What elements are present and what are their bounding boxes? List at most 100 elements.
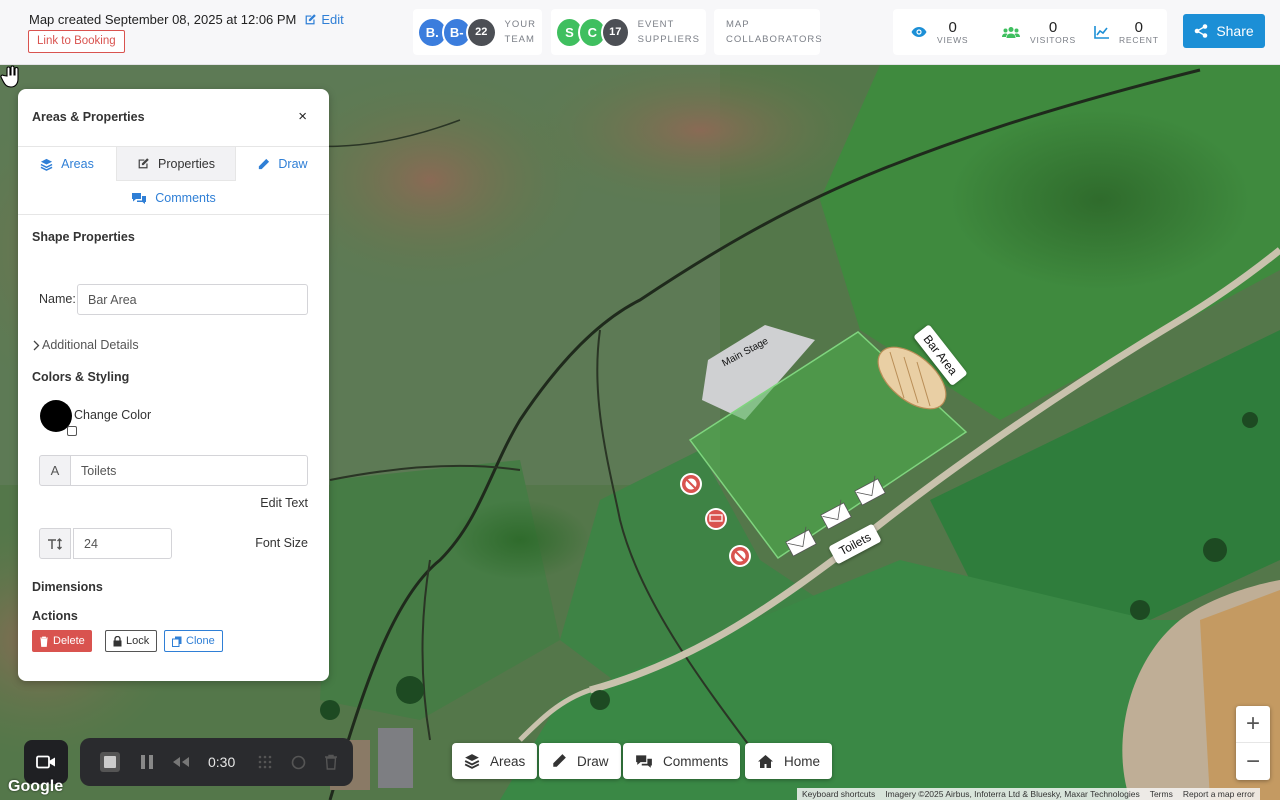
edit-text-label: Edit Text	[260, 496, 308, 510]
discard-recording-button[interactable]	[324, 754, 338, 770]
supplier-count-badge[interactable]: 17	[600, 16, 630, 48]
clone-button[interactable]: Clone	[164, 630, 223, 652]
zoom-controls: + −	[1236, 706, 1270, 780]
circle-icon	[291, 755, 306, 769]
layers-icon	[464, 754, 480, 769]
recent-count: 0	[1134, 18, 1144, 36]
change-color-label[interactable]: Change Color	[74, 408, 151, 422]
tab-comments[interactable]: Comments	[18, 181, 329, 215]
trash-icon	[325, 754, 338, 770]
your-team-label: YOUR TEAM	[504, 19, 536, 45]
panel-tabs: Areas Properties Draw Comments	[18, 146, 329, 215]
report-map-error-link[interactable]: Report a map error	[1178, 789, 1260, 799]
home-nav-button[interactable]: Home	[745, 743, 833, 779]
font-size-input[interactable]: 24	[73, 528, 172, 559]
stop-recording-button[interactable]	[98, 750, 122, 774]
lock-button[interactable]: Lock	[105, 630, 158, 652]
panel-title: Areas & Properties	[32, 110, 145, 124]
grid-button[interactable]	[257, 754, 273, 770]
color-picker-handle[interactable]	[67, 426, 77, 436]
label-text-input[interactable]: Toilets	[70, 455, 308, 486]
chart-line-icon	[1094, 25, 1109, 39]
zoom-out-button[interactable]: −	[1236, 743, 1270, 780]
actions-heading: Actions	[32, 609, 78, 623]
terms-link[interactable]: Terms	[1145, 789, 1178, 799]
share-label: Share	[1216, 23, 1254, 39]
stat-recent: 0 RECENT	[1076, 9, 1167, 55]
link-to-booking-button[interactable]: Link to Booking	[28, 30, 125, 53]
zoom-in-button[interactable]: +	[1236, 706, 1270, 743]
text-format-icon: A	[39, 455, 71, 486]
tab-draw[interactable]: Draw	[236, 147, 329, 181]
comments-icon	[636, 754, 652, 768]
users-icon	[1002, 26, 1021, 38]
stat-views: 0 VIEWS	[893, 9, 984, 55]
lock-icon	[113, 635, 122, 646]
share-button[interactable]: Share	[1183, 14, 1265, 48]
pencil-icon	[259, 158, 270, 169]
draw-nav-button[interactable]: Draw	[539, 743, 621, 779]
views-label: VIEWS	[937, 34, 969, 45]
close-icon[interactable]: ×	[298, 108, 307, 125]
pause-icon	[141, 755, 153, 769]
home-icon	[758, 754, 773, 768]
event-suppliers-label: EVENT SUPPLIERS	[637, 19, 700, 45]
map-collaborators-group[interactable]: MAP COLLABORATORS	[714, 9, 823, 55]
video-camera-icon	[36, 755, 55, 769]
tab-areas[interactable]: Areas	[18, 147, 116, 181]
pencil-square-icon	[306, 14, 317, 25]
visitors-count: 0	[1048, 18, 1058, 36]
no-entry-icon[interactable]	[729, 545, 751, 567]
recent-label: RECENT	[1118, 34, 1159, 45]
eye-icon	[911, 27, 927, 37]
edit-icon	[138, 158, 149, 169]
stat-visitors: 0 VISITORS	[984, 9, 1076, 55]
barrier-icon[interactable]	[705, 508, 727, 530]
team-count-badge[interactable]: 22	[466, 16, 497, 48]
dimensions-heading: Dimensions	[32, 580, 103, 594]
comments-nav-button[interactable]: Comments	[623, 743, 741, 779]
dots-grid-icon	[258, 755, 272, 769]
rewind-icon	[173, 757, 189, 767]
trash-icon	[40, 636, 48, 647]
name-label: Name:	[39, 292, 76, 306]
additional-details-toggle[interactable]: Additional Details	[32, 338, 139, 352]
chevron-right-icon	[33, 340, 40, 350]
event-suppliers-group[interactable]: S C 17 EVENT SUPPLIERS	[551, 9, 706, 55]
share-icon	[1195, 24, 1208, 38]
map-collaborators-label: MAP COLLABORATORS	[726, 19, 823, 45]
edit-label: Edit	[321, 12, 344, 27]
stop-icon	[100, 752, 120, 772]
edit-link[interactable]: Edit	[304, 12, 344, 27]
views-count: 0	[948, 18, 957, 36]
comments-icon	[132, 192, 147, 204]
no-entry-icon[interactable]	[680, 473, 702, 495]
name-input[interactable]: Bar Area	[77, 284, 308, 315]
copy-icon	[172, 636, 182, 647]
pencil-icon	[553, 754, 566, 767]
visitors-label: VISITORS	[1030, 34, 1076, 45]
map-created-info: Map created September 08, 2025 at 12:06 …	[29, 12, 344, 27]
stats-panel: 0 VIEWS 0 VISITORS 0 RECENT	[893, 9, 1167, 55]
map-created-text: Map created September 08, 2025 at 12:06 …	[29, 12, 297, 27]
tab-properties[interactable]: Properties	[116, 147, 236, 181]
areas-properties-panel: Areas & Properties × Areas Properties Dr…	[18, 89, 329, 681]
map-attribution: Keyboard shortcuts Imagery ©2025 Airbus,…	[797, 788, 1260, 800]
pause-recording-button[interactable]	[140, 754, 154, 770]
shape-properties-heading: Shape Properties	[32, 230, 135, 244]
recording-toolbar: 0:30	[80, 738, 353, 786]
layers-icon	[40, 158, 53, 171]
imagery-credit: Imagery ©2025 Airbus, Infoterra Ltd & Bl…	[885, 789, 1140, 799]
hand-cursor-icon	[0, 65, 19, 88]
top-bar: Map created September 08, 2025 at 12:06 …	[0, 0, 1280, 65]
keyboard-shortcuts-link[interactable]: Keyboard shortcuts	[797, 789, 880, 799]
google-logo: Google	[8, 778, 64, 795]
delete-button[interactable]: Delete	[32, 630, 92, 652]
recording-timer: 0:30	[208, 754, 236, 770]
font-size-icon	[39, 528, 71, 559]
areas-nav-button[interactable]: Areas	[452, 743, 538, 779]
colors-styling-heading: Colors & Styling	[32, 370, 130, 384]
restart-button[interactable]	[291, 755, 306, 770]
rewind-button[interactable]	[172, 756, 190, 768]
your-team-group[interactable]: B. B- 22 YOUR TEAM	[413, 9, 542, 55]
